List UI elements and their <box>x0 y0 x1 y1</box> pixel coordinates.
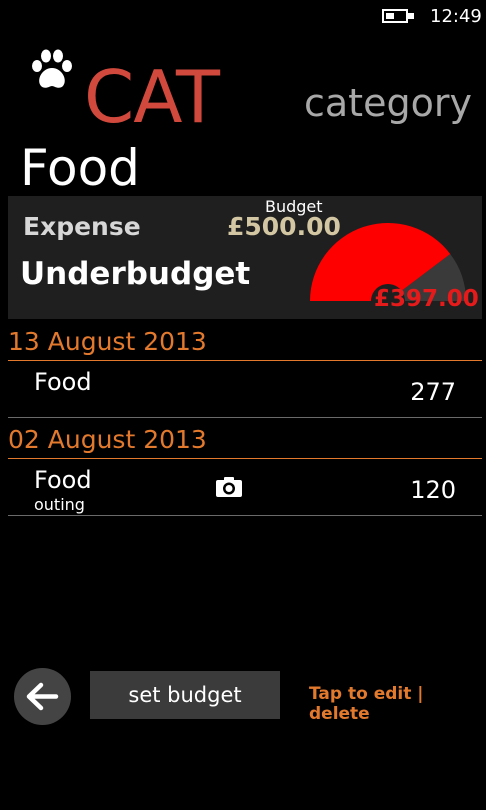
app-title: CAT <box>84 55 220 139</box>
battery-plug-icon <box>408 13 414 19</box>
budget-summary-card: Expense Underbudget Budget £500.00 £397.… <box>8 196 482 319</box>
category-name: Food <box>20 139 140 197</box>
pivot-title-category[interactable]: category <box>304 78 472 128</box>
paw-icon <box>32 49 72 88</box>
date-header: 13 August 2013 <box>8 327 207 356</box>
transaction-note: outing <box>34 495 85 514</box>
row-divider <box>8 515 482 516</box>
transaction-name: Food <box>34 466 92 494</box>
transaction-amount: 120 <box>410 476 456 504</box>
camera-icon <box>216 477 242 497</box>
date-header: 02 August 2013 <box>8 425 207 454</box>
back-button[interactable] <box>14 668 71 725</box>
transaction-amount: 277 <box>410 378 456 406</box>
budget-status: Underbudget <box>20 256 251 292</box>
back-arrow-icon <box>26 682 59 711</box>
expense-label: Expense <box>23 212 141 241</box>
set-budget-button[interactable]: set budget <box>90 671 280 719</box>
status-bar: 12:49 <box>0 0 486 34</box>
spent-amount: £397.00 <box>374 286 479 312</box>
battery-charging-icon <box>382 9 408 23</box>
date-divider <box>8 360 482 361</box>
row-divider <box>8 417 482 418</box>
edit-delete-hint[interactable]: Tap to edit | delete <box>309 684 486 724</box>
date-divider <box>8 458 482 459</box>
transaction-name: Food <box>34 368 92 396</box>
status-time: 12:49 <box>430 6 482 27</box>
